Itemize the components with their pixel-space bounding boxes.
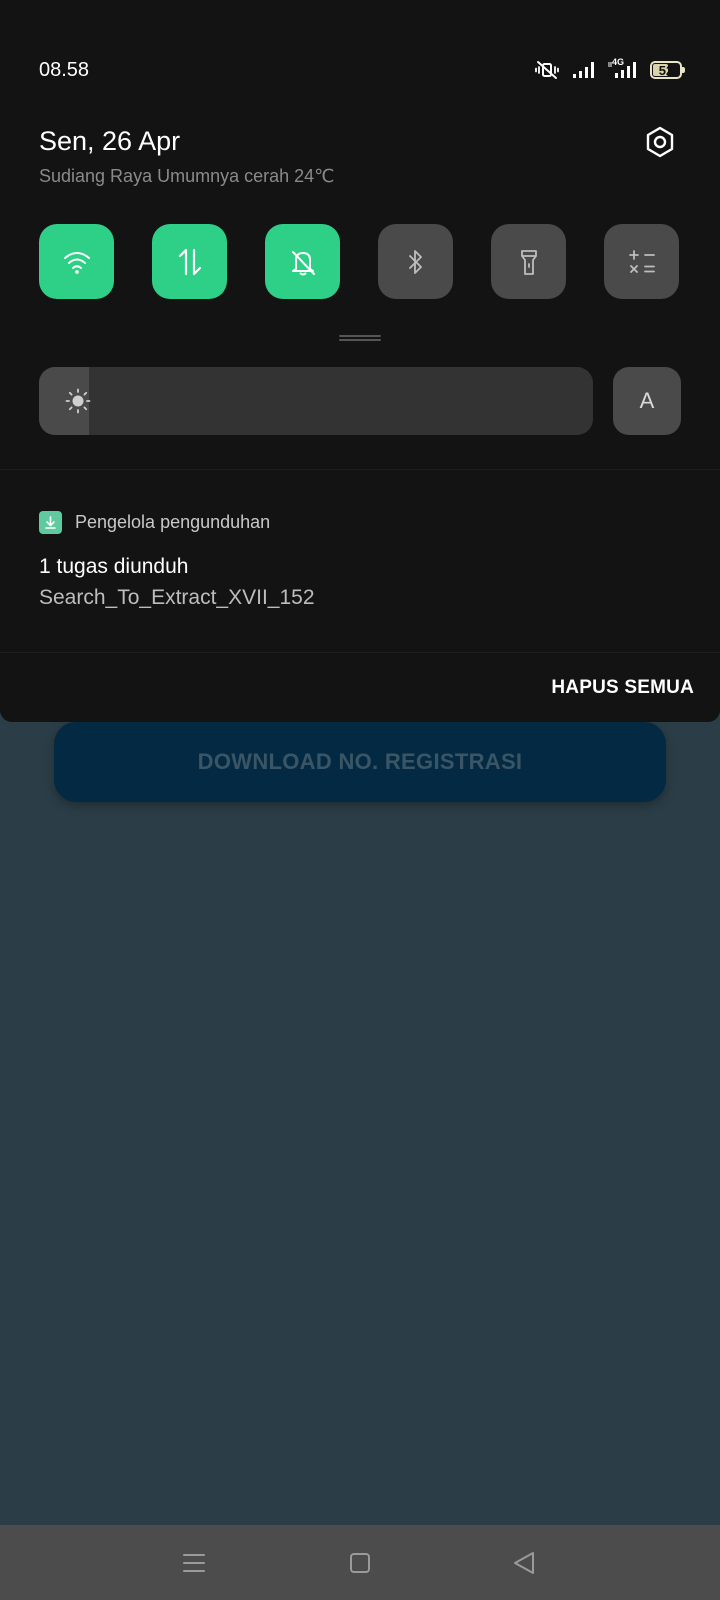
bluetooth-icon: [408, 249, 422, 274]
sun-icon: [65, 388, 91, 414]
gear-icon: [646, 126, 674, 158]
home-button[interactable]: [346, 1549, 374, 1577]
battery-level: 52: [658, 62, 674, 78]
mobile-data-icon: [178, 248, 201, 275]
tile-bluetooth[interactable]: [378, 224, 453, 299]
notification-title: 1 tugas diunduh: [39, 555, 189, 578]
tile-calculator[interactable]: [604, 224, 679, 299]
tile-silent-mode[interactable]: [265, 224, 340, 299]
notification-app-name: Pengelola pengunduhan: [75, 512, 271, 532]
signal-icon: [572, 61, 596, 79]
tile-mobile-data[interactable]: [152, 224, 227, 299]
divider: [0, 469, 720, 470]
status-icons: 4G 52: [534, 57, 685, 80]
settings-button[interactable]: [642, 124, 678, 160]
notification-text: Search_To_Extract_XVII_152: [39, 586, 315, 609]
auto-brightness-button[interactable]: A: [613, 367, 681, 435]
download-registration-button[interactable]: DOWNLOAD NO. REGISTRASI: [54, 722, 666, 802]
flashlight-icon: [520, 249, 537, 275]
calculator-icon: [628, 249, 655, 273]
clear-all-button[interactable]: HAPUS SEMUA: [551, 677, 694, 699]
status-time: 08.58: [39, 59, 90, 81]
weather-label: Sudiang Raya Umumnya cerah 24℃: [39, 166, 335, 186]
menu-icon: [183, 1554, 205, 1572]
navigation-bar: [0, 1525, 720, 1600]
notification-shade: 08.58 4G 52 Sen, 26 Apr Sudiang Raya Umu…: [0, 0, 720, 722]
bell-off-icon: [291, 250, 315, 275]
wifi-icon: [63, 251, 90, 274]
tile-wifi[interactable]: [39, 224, 114, 299]
quick-settings-tiles: [39, 224, 679, 299]
back-button[interactable]: [510, 1549, 538, 1577]
home-icon: [350, 1553, 370, 1573]
download-icon: [39, 511, 62, 534]
back-icon: [514, 1552, 534, 1574]
drag-handle[interactable]: [339, 335, 381, 341]
4g-signal-icon: 4G: [608, 57, 638, 79]
date-label: Sen, 26 Apr: [39, 126, 181, 156]
tile-flashlight[interactable]: [491, 224, 566, 299]
divider: [0, 652, 720, 653]
brightness-slider[interactable]: [39, 367, 593, 435]
battery-icon: 52: [650, 61, 685, 79]
mute-vibrate-icon: [534, 60, 560, 80]
recent-apps-button[interactable]: [180, 1549, 208, 1577]
